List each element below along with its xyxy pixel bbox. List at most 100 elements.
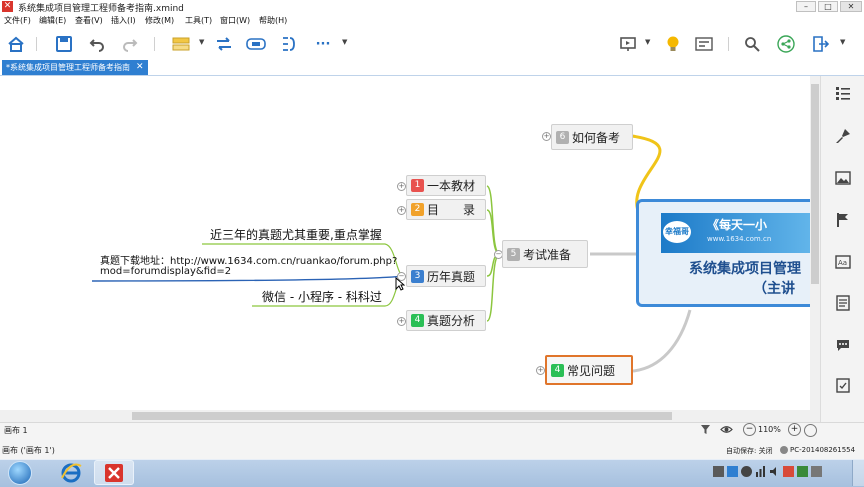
note-download-url[interactable]: 真题下载地址：http://www.1634.com.cn/ruankao/fo…	[100, 252, 397, 267]
tray-icon[interactable]	[741, 466, 752, 477]
menu-edit[interactable]: 编辑(E)	[39, 15, 66, 26]
document-tab-label: *系统集成项目管理工程师备考指南	[6, 63, 130, 72]
priority-6-icon: 6	[556, 130, 569, 144]
subtopic[interactable]: 4 真题分析	[406, 310, 486, 331]
menu-modify[interactable]: 修改(M)	[145, 15, 174, 26]
chevron-down-icon[interactable]: ▼	[342, 38, 347, 46]
expand-toggle-icon[interactable]: +	[397, 182, 406, 191]
user-icon	[780, 446, 788, 454]
notes-icon[interactable]	[833, 294, 853, 312]
menu-insert[interactable]: 插入(I)	[111, 15, 136, 26]
sheet-tab[interactable]: 画布 1	[4, 425, 28, 436]
horizontal-scroll-thumb[interactable]	[132, 412, 672, 420]
branch-topic[interactable]: 5 考试准备	[502, 240, 588, 268]
expand-toggle-icon[interactable]: +	[542, 132, 551, 141]
central-topic[interactable]: 幸福哥 《每天一小 www.1634.com.cn 系统集成项目管理 （主讲	[636, 199, 820, 307]
tray-icon[interactable]	[797, 466, 808, 477]
mindmap-canvas[interactable]: 幸福哥 《每天一小 www.1634.com.cn 系统集成项目管理 （主讲 +…	[0, 76, 820, 410]
tab-close-icon[interactable]: ✕	[136, 60, 144, 75]
zoom-out-button[interactable]: −	[743, 423, 756, 436]
svg-text:Aa: Aa	[838, 259, 847, 267]
note-important[interactable]: 近三年的真题尤其重要,重点掌握	[210, 226, 382, 243]
show-desktop-button[interactable]	[852, 460, 864, 486]
expand-toggle-icon[interactable]: +	[536, 366, 545, 375]
tray-icon[interactable]	[811, 466, 822, 477]
mouse-cursor-icon	[395, 277, 405, 291]
priority-1-icon: 1	[411, 179, 424, 192]
redo-icon[interactable]	[119, 34, 141, 54]
priority-4-icon: 4	[551, 363, 564, 377]
expand-toggle-icon[interactable]: +	[397, 317, 406, 326]
priority-4-icon: 4	[411, 314, 424, 327]
save-icon[interactable]	[53, 34, 75, 54]
zoom-in-button[interactable]: +	[788, 423, 801, 436]
style-icon[interactable]: Aa	[833, 253, 853, 271]
menu-tools[interactable]: 工具(T)	[185, 15, 212, 26]
xmind-logo-icon: ✕	[2, 1, 13, 12]
task-icon[interactable]	[833, 376, 853, 394]
document-tab[interactable]: *系统集成项目管理工程师备考指南 ✕	[2, 60, 148, 75]
status-autosave[interactable]: 自动保存: 关闭	[726, 446, 773, 456]
tray-icon[interactable]	[783, 466, 794, 477]
start-button[interactable]	[8, 461, 32, 485]
share-icon[interactable]	[775, 34, 797, 54]
subtopic[interactable]: 1 一本教材	[406, 175, 486, 196]
idea-icon[interactable]	[662, 34, 684, 54]
export-icon[interactable]	[809, 34, 831, 54]
priority-5-icon: 5	[507, 247, 520, 261]
eye-icon[interactable]	[720, 424, 733, 435]
central-banner-image: 幸福哥 《每天一小 www.1634.com.cn	[661, 213, 811, 253]
subtopic[interactable]: 2 目 录	[406, 199, 486, 220]
subtopic[interactable]: 3 历年真题	[406, 265, 486, 287]
zoom-level[interactable]: 110%	[758, 425, 781, 434]
vertical-scroll-thumb[interactable]	[811, 84, 819, 284]
priority-2-icon: 2	[411, 203, 424, 216]
summary-icon[interactable]	[278, 34, 300, 54]
banner-url: www.1634.com.cn	[707, 235, 772, 243]
minimize-button[interactable]: –	[796, 1, 816, 12]
menu-file[interactable]: 文件(F)	[4, 15, 31, 26]
chevron-down-icon[interactable]: ▼	[840, 38, 845, 46]
branch-topic-label: 常见问题	[567, 363, 616, 378]
boundary-icon[interactable]	[245, 34, 267, 54]
branch-topic-label: 如何备考	[572, 130, 621, 145]
toolbar-divider	[36, 37, 37, 51]
branch-topic[interactable]: 4 常见问题	[545, 355, 633, 385]
branch-topic[interactable]: 6 如何备考	[551, 124, 633, 150]
menu-help[interactable]: 帮助(H)	[259, 15, 287, 26]
more-icon[interactable]: ···	[312, 34, 334, 54]
menu-window[interactable]: 窗口(W)	[220, 15, 250, 26]
status-sheet-info: 画布 ('画布 1')	[2, 446, 55, 455]
filter-icon[interactable]	[700, 424, 711, 435]
tray-icon[interactable]	[713, 466, 724, 477]
image-icon[interactable]	[833, 169, 853, 187]
tray-icon[interactable]	[727, 466, 738, 477]
fit-map-icon[interactable]	[804, 424, 817, 437]
topic-style-icon[interactable]	[170, 34, 192, 54]
chevron-down-icon[interactable]: ▼	[645, 38, 650, 46]
comments-icon[interactable]	[833, 336, 853, 354]
volume-icon[interactable]	[769, 466, 780, 477]
undo-icon[interactable]	[86, 34, 108, 54]
menu-view[interactable]: 查看(V)	[75, 15, 103, 26]
presentation-icon[interactable]	[617, 34, 639, 54]
window-title: 系统集成项目管理工程师备考指南.xmind	[18, 4, 184, 14]
chevron-down-icon[interactable]: ▼	[199, 38, 204, 46]
format-brush-icon[interactable]	[833, 127, 853, 145]
marker-flag-icon[interactable]	[833, 211, 853, 229]
note-download-url-cont: mod=forumdisplay&fid=2	[100, 266, 232, 277]
subtopic-label: 一本教材	[427, 179, 476, 193]
maximize-button[interactable]: □	[818, 1, 838, 12]
close-window-button[interactable]: ✕	[840, 1, 862, 12]
search-icon[interactable]	[741, 34, 763, 54]
xmind-taskbar-button[interactable]	[94, 460, 134, 485]
outline-icon[interactable]	[833, 84, 853, 102]
expand-toggle-icon[interactable]: +	[397, 206, 406, 215]
note-wechat[interactable]: 微信 - 小程序 - 科科过	[262, 288, 382, 305]
home-icon[interactable]	[5, 34, 27, 54]
status-computer-name: PC-201408261554	[790, 446, 856, 454]
network-icon[interactable]	[755, 466, 766, 477]
layout-icon[interactable]	[693, 34, 715, 54]
relationship-icon[interactable]	[213, 34, 235, 54]
internet-explorer-taskbar-button[interactable]	[52, 460, 90, 485]
